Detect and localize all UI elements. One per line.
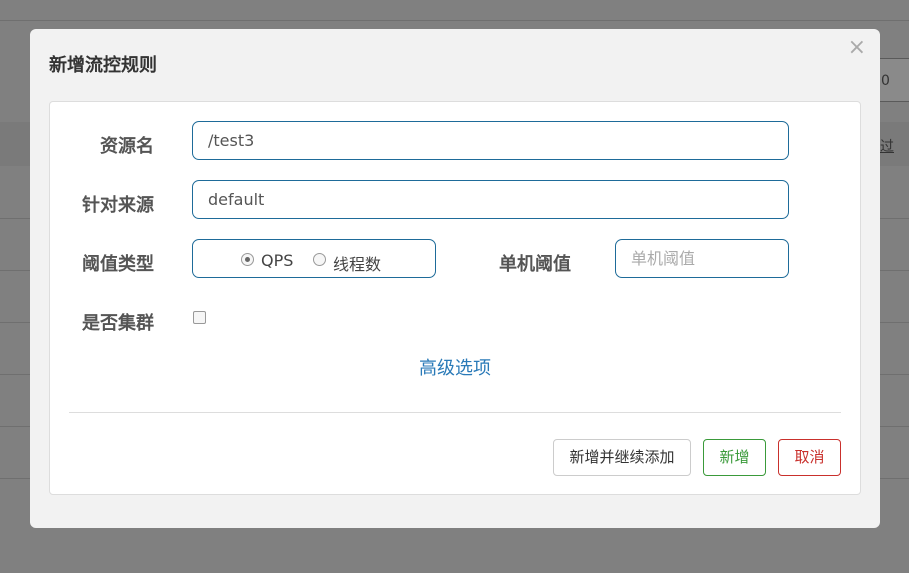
limit-app-label: 针对来源	[82, 195, 154, 216]
dialog-title: 新增流控规则	[49, 55, 157, 76]
limit-app-input[interactable]	[192, 180, 789, 219]
background-divider	[0, 20, 909, 21]
form-divider	[69, 412, 841, 413]
resource-name-label: 资源名	[100, 136, 154, 157]
background-header-text: 过	[880, 139, 894, 155]
cancel-button[interactable]: 取消	[778, 439, 841, 476]
threshold-count-label: 单机阈值	[499, 254, 571, 275]
qps-radio[interactable]	[241, 253, 254, 266]
threshold-type-label: 阈值类型	[82, 254, 154, 275]
thread-count-radio[interactable]	[313, 253, 326, 266]
add-and-continue-button[interactable]: 新增并继续添加	[553, 439, 691, 476]
rule-form: 资源名 针对来源 阈值类型 QPS 线程数 单机阈值 是否集群 高级选项 新增并…	[49, 101, 861, 495]
threshold-count-input[interactable]	[615, 239, 789, 278]
close-icon[interactable]: ×	[848, 37, 866, 59]
threshold-type-group: QPS 线程数	[192, 239, 436, 278]
cluster-mode-label: 是否集群	[82, 313, 154, 334]
add-flow-rule-dialog: 新增流控规则 × 资源名 针对来源 阈值类型 QPS 线程数 单机阈值 是否集群…	[30, 29, 880, 528]
advanced-options-link[interactable]: 高级选项	[50, 354, 860, 380]
cluster-mode-checkbox[interactable]	[193, 311, 206, 324]
qps-radio-label[interactable]: QPS	[261, 251, 293, 270]
resource-name-input[interactable]	[192, 121, 789, 160]
thread-count-radio-label[interactable]: 线程数	[333, 251, 381, 275]
add-button[interactable]: 新增	[703, 439, 766, 476]
